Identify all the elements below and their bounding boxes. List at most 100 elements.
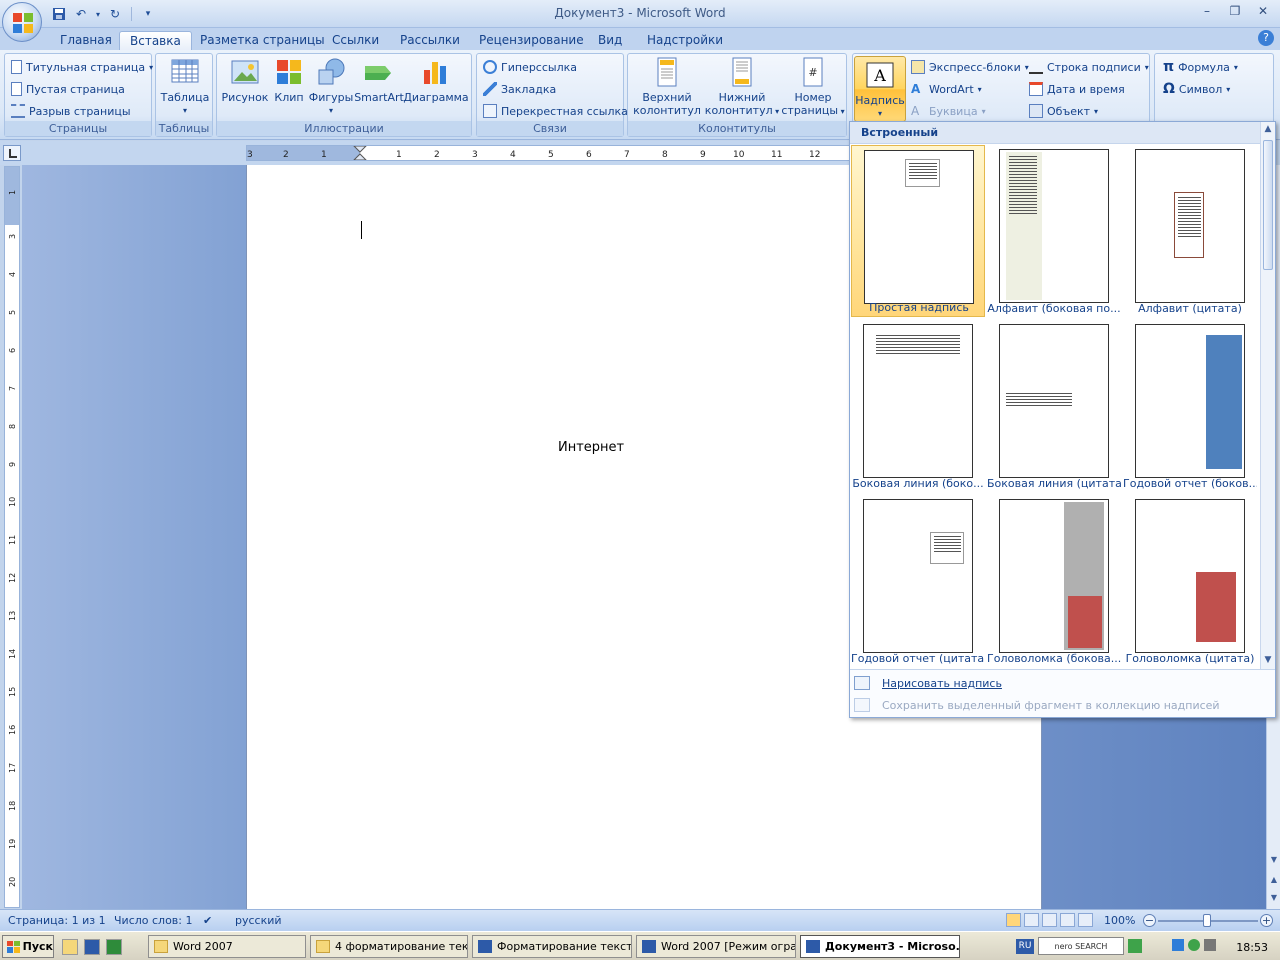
chart-button[interactable]: Диаграмма bbox=[403, 56, 469, 104]
full-screen-view-icon[interactable] bbox=[1024, 913, 1039, 927]
spellcheck-icon[interactable]: ✔ bbox=[203, 914, 212, 927]
system-tray: RU nero SEARCH 18:53 bbox=[1016, 935, 1278, 958]
outline-view-icon[interactable] bbox=[1060, 913, 1075, 927]
textbox-icon: A bbox=[866, 62, 894, 88]
office-button[interactable] bbox=[2, 2, 42, 42]
cross-reference-button[interactable]: Перекрестная ссылка bbox=[483, 101, 628, 121]
hyperlink-button[interactable]: Гиперссылка bbox=[483, 57, 577, 77]
shapes-button[interactable]: Фигуры ▾ bbox=[309, 56, 353, 117]
nero-search-box[interactable]: nero SEARCH bbox=[1038, 937, 1124, 955]
tab-page-layout[interactable]: Разметка страницы bbox=[190, 31, 335, 51]
textbox-button[interactable]: A Надпись ▾ bbox=[854, 56, 906, 122]
svg-text:3: 3 bbox=[8, 234, 17, 239]
tab-insert[interactable]: Вставка bbox=[119, 31, 192, 51]
vertical-ruler[interactable]: 1345 6789 10 11 12 13 14 15 16 17 18 19 20 bbox=[4, 166, 20, 908]
tab-view[interactable]: Вид bbox=[588, 31, 632, 51]
volume-icon bbox=[1204, 939, 1216, 951]
task-word-limited[interactable]: Word 2007 [Режим огра... bbox=[636, 935, 796, 958]
picture-button[interactable]: Рисунок bbox=[221, 56, 269, 104]
draft-view-icon[interactable] bbox=[1078, 913, 1093, 927]
tab-references[interactable]: Ссылки bbox=[322, 31, 389, 51]
word-quicklaunch-icon[interactable] bbox=[84, 939, 100, 955]
svg-text:18: 18 bbox=[8, 801, 17, 811]
help-icon[interactable]: ? bbox=[1258, 30, 1274, 46]
gallery-item-sideline-quote[interactable]: Боковая линия (цитата) bbox=[987, 320, 1121, 492]
language-indicator[interactable]: RU bbox=[1016, 939, 1034, 954]
page-number-button[interactable]: # Номер страницы ▾ bbox=[780, 56, 846, 118]
task-word-2007-folder[interactable]: Word 2007 bbox=[148, 935, 306, 958]
object-button[interactable]: Объект ▾ bbox=[1029, 101, 1098, 121]
svg-text:4: 4 bbox=[8, 272, 17, 277]
clip-button[interactable]: Клип bbox=[271, 56, 307, 104]
gallery-item-sideline-sidebar[interactable]: Боковая линия (боко... bbox=[851, 320, 985, 492]
excel-quicklaunch-icon[interactable] bbox=[106, 939, 122, 955]
signature-line-button[interactable]: Строка подписи ▾ bbox=[1029, 57, 1149, 77]
svg-text:15: 15 bbox=[8, 687, 17, 697]
text-cursor bbox=[361, 221, 362, 239]
gallery-item-alphabet-quote[interactable]: Алфавит (цитата) bbox=[1123, 145, 1257, 317]
dropcap-icon: A bbox=[911, 104, 920, 118]
horizontal-ruler[interactable]: 321 1234 5678 9 10 11 12 bbox=[246, 145, 866, 161]
title-page-button[interactable]: Титульная страница ▾ bbox=[11, 57, 153, 77]
explorer-quicklaunch-icon[interactable] bbox=[62, 939, 78, 955]
gallery-scroll-down-icon[interactable]: ▼ bbox=[1261, 655, 1275, 665]
table-button[interactable]: Таблица ▾ bbox=[160, 56, 210, 117]
footer-button[interactable]: Нижний колонтитул ▾ bbox=[704, 56, 780, 118]
tab-selector-icon[interactable] bbox=[3, 145, 21, 161]
gallery-scroll-thumb[interactable] bbox=[1263, 140, 1273, 270]
tab-addins[interactable]: Надстройки bbox=[637, 31, 733, 51]
web-layout-view-icon[interactable] bbox=[1042, 913, 1057, 927]
equation-button[interactable]: π Формула ▾ bbox=[1163, 57, 1238, 77]
gallery-item-puzzle-quote[interactable]: Головоломка (цитата) bbox=[1123, 495, 1257, 667]
clock: 18:53 bbox=[1236, 941, 1268, 954]
wordart-button[interactable]: A WordArt ▾ bbox=[911, 79, 982, 99]
restore-icon[interactable]: ❐ bbox=[1222, 2, 1248, 20]
task-document3[interactable]: Документ3 - Microso... bbox=[800, 935, 960, 958]
minimize-icon[interactable]: – bbox=[1194, 2, 1220, 20]
go-arrow-icon[interactable] bbox=[1128, 939, 1142, 953]
language[interactable]: русский bbox=[235, 914, 282, 927]
gallery-item-simple[interactable]: Простая надпись bbox=[851, 145, 985, 317]
page-count[interactable]: Страница: 1 из 1 bbox=[8, 914, 106, 927]
gallery-scroll-up-icon[interactable]: ▲ bbox=[1261, 124, 1275, 134]
zoom-out-icon[interactable]: − bbox=[1143, 914, 1156, 927]
gallery-item-annual-sidebar[interactable]: Годовой отчет (боков... bbox=[1123, 320, 1257, 492]
zoom-in-icon[interactable]: + bbox=[1260, 914, 1273, 927]
zoom-slider-handle[interactable] bbox=[1203, 914, 1211, 927]
scroll-down-icon[interactable]: ▼ bbox=[1267, 853, 1280, 867]
print-layout-view-icon[interactable] bbox=[1006, 913, 1021, 927]
ruler-ticks: 321 1234 5678 9 10 11 12 bbox=[247, 146, 820, 160]
group-links: Гиперссылка Закладка Перекрестная ссылка… bbox=[476, 53, 628, 137]
date-time-button[interactable]: Дата и время bbox=[1029, 79, 1125, 99]
folder-icon bbox=[154, 940, 168, 953]
svg-text:3: 3 bbox=[472, 150, 478, 160]
blank-page-button[interactable]: Пустая страница bbox=[11, 79, 125, 99]
gallery-item-puzzle-sidebar[interactable]: Головоломка (бокова... bbox=[987, 495, 1121, 667]
table-icon bbox=[171, 59, 199, 83]
group-label-pages: Страницы bbox=[5, 121, 151, 136]
tab-mailings[interactable]: Рассылки bbox=[390, 31, 470, 51]
symbol-button[interactable]: Ω Символ ▾ bbox=[1163, 79, 1230, 99]
next-page-icon[interactable]: ▼ bbox=[1267, 891, 1280, 905]
title-bar: ↶ ▾ ↻ ▾ Документ3 - Microsoft Word – ❐ ✕ bbox=[0, 0, 1280, 28]
smartart-button[interactable]: SmartArt bbox=[354, 56, 404, 104]
page-break-button[interactable]: Разрыв страницы bbox=[11, 101, 131, 121]
prev-page-icon[interactable]: ▲ bbox=[1267, 873, 1280, 887]
document-text[interactable]: Интернет bbox=[558, 440, 624, 455]
gallery-item-alphabet-sidebar[interactable]: Алфавит (боковая по... bbox=[987, 145, 1121, 317]
tab-home[interactable]: Главная bbox=[50, 31, 122, 51]
svg-text:11: 11 bbox=[771, 150, 782, 160]
bookmark-button[interactable]: Закладка bbox=[483, 79, 556, 99]
tab-review[interactable]: Рецензирование bbox=[469, 31, 594, 51]
draw-textbox-menu-item[interactable]: Нарисовать надпись bbox=[854, 673, 1002, 693]
quick-parts-button[interactable]: Экспресс-блоки ▾ bbox=[911, 57, 1029, 77]
word-count[interactable]: Число слов: 1 bbox=[114, 914, 193, 927]
gallery-item-annual-quote[interactable]: Годовой отчет (цитата) bbox=[851, 495, 985, 667]
zoom-level[interactable]: 100% bbox=[1104, 914, 1135, 927]
task-formatting-doc[interactable]: Форматирование текст... bbox=[472, 935, 632, 958]
close-icon[interactable]: ✕ bbox=[1250, 2, 1276, 20]
task-formatting-folder[interactable]: 4 форматирование тек... bbox=[310, 935, 468, 958]
gallery-scrollbar[interactable]: ▲ ▼ bbox=[1260, 122, 1275, 669]
group-label-illustrations: Иллюстрации bbox=[217, 121, 471, 136]
start-button[interactable]: Пуск bbox=[2, 935, 54, 958]
